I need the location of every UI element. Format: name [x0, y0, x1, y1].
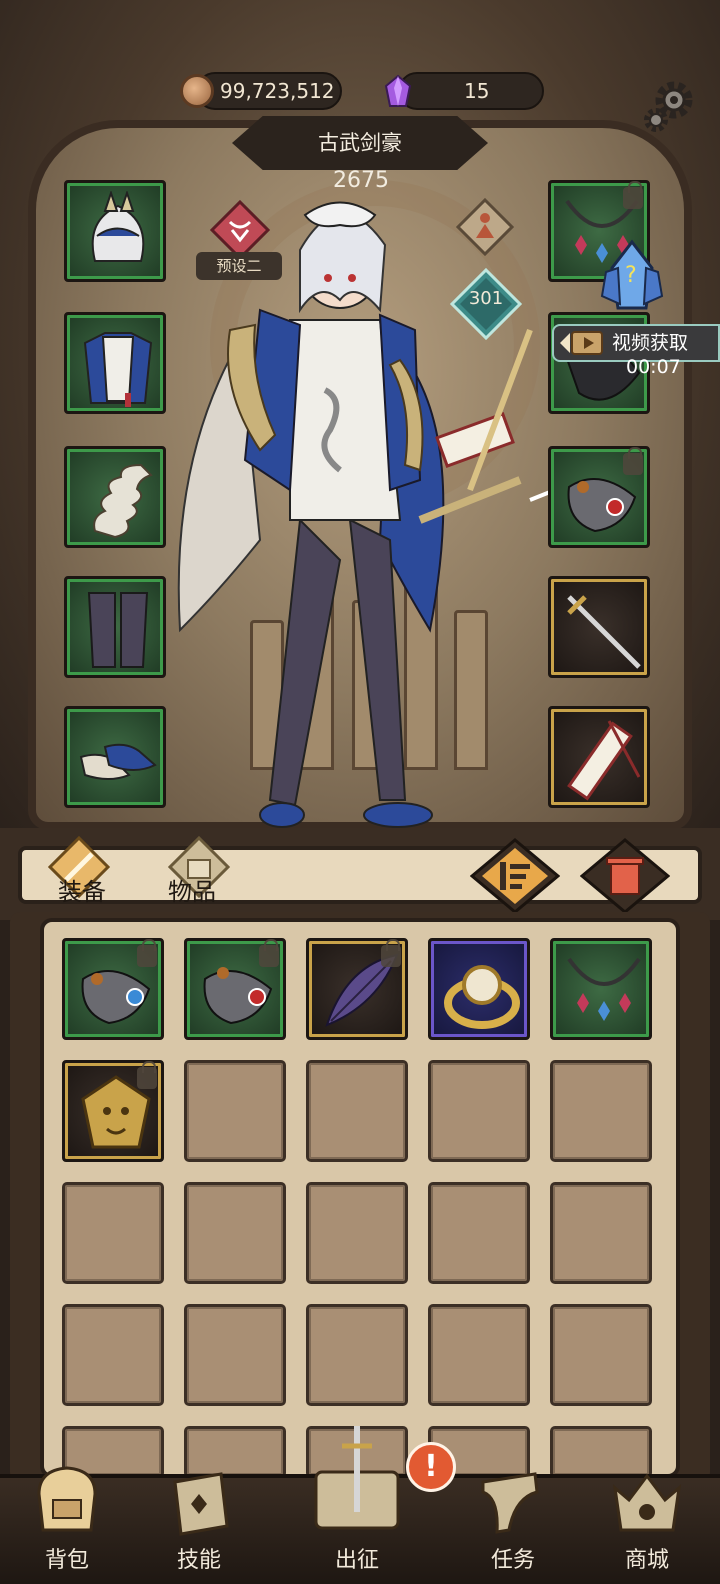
level-number: 301 [468, 288, 504, 309]
preset-label[interactable]: 预设二 [196, 252, 282, 280]
equip-slot-pants[interactable] [64, 576, 166, 678]
equip-slot-weapon[interactable] [548, 576, 650, 678]
equip-slot-bracer[interactable] [548, 446, 650, 548]
bag-item-slot[interactable] [428, 938, 530, 1040]
sort-list-icon[interactable] [470, 838, 560, 914]
gem-necklace-icon [567, 957, 641, 1021]
nav-skills[interactable]: 技能 [144, 1462, 254, 1584]
bag-empty-slot[interactable] [306, 1182, 408, 1284]
bag-empty-slot[interactable] [306, 1060, 408, 1162]
nav-label-shop: 商城 [624, 1548, 669, 1573]
bag-empty-slot[interactable] [428, 1060, 530, 1162]
nav-label-skills: 技能 [176, 1548, 221, 1573]
lock-icon [623, 181, 643, 209]
nav-label-quests: 任务 [490, 1548, 535, 1573]
nav-expedition[interactable]: 出征 [302, 1422, 412, 1584]
bag-empty-slot[interactable] [62, 1304, 164, 1406]
purple-gem-icon [384, 74, 412, 107]
nav-label-expedition: 出征 [334, 1548, 379, 1573]
lock-icon [137, 939, 157, 967]
bag-item-slot[interactable] [62, 1060, 164, 1162]
bag-empty-slot[interactable] [550, 1182, 652, 1284]
pearl-ring-icon [444, 965, 520, 1029]
bag-empty-slot[interactable] [184, 1060, 286, 1162]
nav-label-backpack: 背包 [44, 1548, 89, 1573]
video-play-icon [560, 331, 603, 355]
mask-helmet-icon [91, 191, 145, 262]
bag-empty-slot[interactable] [550, 1304, 652, 1406]
nav-shop[interactable]: 商城 [592, 1462, 702, 1584]
lock-icon [381, 939, 401, 967]
bag-item-slot[interactable] [184, 938, 286, 1040]
shoes-icon [79, 743, 157, 780]
equip-slot-helmet[interactable] [64, 180, 166, 282]
coin-icon [180, 74, 214, 108]
alert-badge: ! [406, 1442, 456, 1492]
bag-empty-slot[interactable] [62, 1182, 164, 1284]
tab-equipment[interactable]: 装备 [58, 872, 106, 907]
video-reward-label[interactable]: 视频获取 [612, 328, 688, 355]
bag-empty-slot[interactable] [306, 1304, 408, 1406]
trash-icon[interactable] [580, 838, 670, 914]
equip-slot-shoes[interactable] [64, 706, 166, 808]
bag-empty-slot[interactable] [428, 1182, 530, 1284]
sword-icon [567, 595, 641, 669]
bag-item-slot[interactable] [306, 938, 408, 1040]
coin-amount: 99,723,512 [220, 79, 335, 103]
talisman-icon [567, 720, 641, 801]
bag-empty-slot[interactable] [184, 1182, 286, 1284]
preset-emblem-icon[interactable] [210, 200, 270, 260]
skill-book-icon [173, 1472, 229, 1536]
equip-slot-armor[interactable] [64, 312, 166, 414]
nav-backpack[interactable]: 背包 [12, 1462, 122, 1584]
equip-slot-gloves[interactable] [64, 446, 166, 548]
bandage-wrap-icon [93, 463, 153, 539]
tab-items[interactable]: 物品 [168, 872, 216, 907]
crown-shop-icon [612, 1473, 682, 1532]
nav-quests[interactable]: 任务 [458, 1462, 568, 1584]
lock-icon [259, 939, 279, 967]
robe-armor-icon [83, 332, 153, 407]
equip-slot-talisman[interactable] [548, 706, 650, 808]
mystery-crystal-icon[interactable]: ? [592, 238, 672, 318]
settings-gear-icon[interactable] [640, 78, 698, 136]
leggings-icon [87, 592, 149, 668]
bag-empty-slot[interactable] [184, 1304, 286, 1406]
class-type-icon[interactable] [456, 198, 514, 256]
svg-text:?: ? [625, 263, 637, 288]
sword-scroll-icon [314, 1426, 400, 1530]
gem-amount: 15 [464, 79, 490, 103]
bag-item-slot[interactable] [62, 938, 164, 1040]
backpack-icon [37, 1466, 97, 1532]
lock-icon [623, 447, 643, 475]
video-reward-timer: 00:07 [626, 356, 681, 378]
bag-empty-slot[interactable] [550, 1060, 652, 1162]
lock-icon [137, 1061, 157, 1089]
bag-item-slot[interactable] [550, 938, 652, 1040]
bag-empty-slot[interactable] [428, 1304, 530, 1406]
quest-horn-icon [481, 1472, 539, 1534]
